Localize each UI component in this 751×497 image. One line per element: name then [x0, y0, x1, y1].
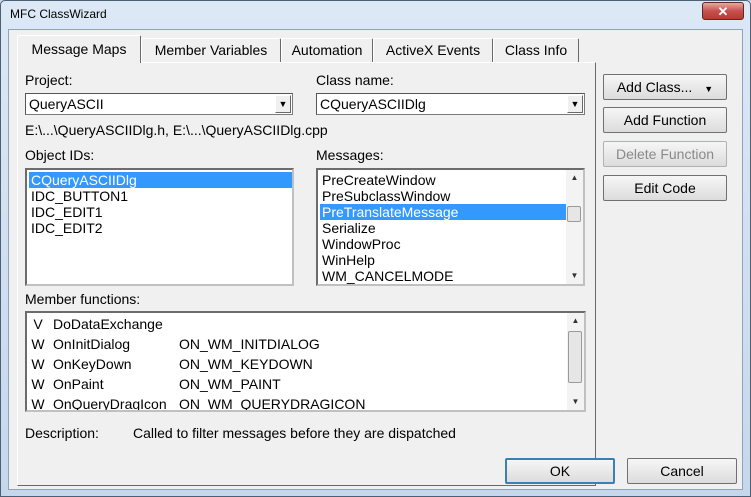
messages-list[interactable]: PreCreateWindow PreSubclassWindow PreTra…	[316, 168, 585, 286]
add-class-button[interactable]: Add Class... ▼	[603, 74, 727, 100]
dialog-client-area: Message Maps Member Variables Automation…	[8, 29, 743, 490]
member-function-message: ON_WM_INITDIALOG	[179, 336, 320, 352]
message-item[interactable]: Serialize	[320, 220, 378, 236]
project-combo[interactable]: QueryASCII ▼	[25, 93, 293, 115]
add-function-button[interactable]: Add Function	[603, 107, 727, 133]
delete-function-button[interactable]: Delete Function	[603, 141, 727, 167]
description-label: Description:	[25, 425, 99, 441]
scroll-up-icon[interactable]: ▲	[566, 170, 583, 186]
member-function-type: W	[31, 336, 45, 352]
window-title: MFC ClassWizard	[10, 7, 107, 21]
message-item[interactable]: PreSubclassWindow	[320, 188, 452, 204]
member-function-row[interactable]: W OnQueryDragIcon ON_WM_QUERYDRAGICON	[29, 394, 569, 412]
chevron-down-icon[interactable]: ▼	[275, 95, 291, 113]
messages-label: Messages:	[316, 147, 384, 163]
project-value: QueryASCII	[29, 96, 104, 112]
scroll-down-icon[interactable]: ▼	[567, 394, 584, 410]
message-item-selected[interactable]: PreTranslateMessage	[320, 204, 566, 220]
scroll-down-icon[interactable]: ▼	[566, 268, 583, 284]
scroll-up-icon[interactable]: ▲	[567, 313, 584, 329]
class-name-label: Class name:	[316, 72, 394, 88]
object-ids-label: Object IDs:	[25, 147, 95, 163]
member-functions-label: Member functions:	[25, 291, 141, 307]
member-function-name: OnKeyDown	[53, 356, 132, 372]
object-id-item[interactable]: IDC_BUTTON1	[29, 188, 130, 204]
scroll-thumb[interactable]	[568, 331, 582, 383]
close-button[interactable]: ✕	[702, 2, 744, 20]
title-bar[interactable]: MFC ClassWizard ✕	[1, 1, 750, 29]
member-function-row[interactable]: W OnInitDialog ON_WM_INITDIALOG	[29, 334, 569, 354]
edit-code-button[interactable]: Edit Code	[603, 175, 727, 201]
member-function-type: W	[31, 376, 45, 392]
member-functions-list[interactable]: V DoDataExchange W OnInitDialog ON_WM_IN…	[25, 311, 586, 412]
scroll-thumb[interactable]	[567, 206, 581, 222]
cancel-button[interactable]: Cancel	[627, 458, 737, 484]
member-function-message: ON_WM_PAINT	[179, 376, 281, 392]
project-label: Project:	[25, 72, 73, 88]
description-text: Called to filter messages before they ar…	[133, 425, 456, 441]
message-item[interactable]: WM_CANCELMODE	[320, 268, 455, 284]
messages-scrollbar[interactable]: ▲ ▼	[566, 170, 583, 284]
member-function-message: ON_WM_KEYDOWN	[179, 356, 313, 372]
message-item[interactable]: WinHelp	[320, 252, 377, 268]
tab-message-maps[interactable]: Message Maps	[17, 35, 141, 63]
object-ids-list[interactable]: CQueryASCIIDlg IDC_BUTTON1 IDC_EDIT1 IDC…	[25, 168, 294, 286]
member-function-name: DoDataExchange	[53, 316, 163, 332]
classwizard-window: MFC ClassWizard ✕ Message Maps Member Va…	[0, 0, 751, 497]
message-item[interactable]: PreCreateWindow	[320, 172, 438, 188]
member-function-type: W	[31, 396, 45, 412]
member-function-type: V	[33, 316, 43, 332]
tab-class-info[interactable]: Class Info	[493, 38, 579, 62]
object-id-item-selected[interactable]: CQueryASCIIDlg	[29, 172, 292, 188]
chevron-down-icon: ▼	[704, 84, 714, 94]
class-files-path: E:\...\QueryASCIIDlg.h, E:\...\QueryASCI…	[25, 122, 328, 138]
object-id-item[interactable]: IDC_EDIT2	[29, 220, 105, 236]
member-function-name: OnPaint	[53, 376, 104, 392]
member-function-row[interactable]: V DoDataExchange	[29, 314, 569, 334]
message-item[interactable]: WindowProc	[320, 236, 403, 252]
class-name-value: CQueryASCIIDlg	[320, 96, 426, 112]
class-name-combo[interactable]: CQueryASCIIDlg ▼	[316, 93, 585, 115]
object-id-item[interactable]: IDC_EDIT1	[29, 204, 105, 220]
member-function-message: ON_WM_QUERYDRAGICON	[179, 396, 366, 412]
member-function-name: OnQueryDragIcon	[53, 396, 167, 412]
add-class-label: Add Class...	[616, 79, 693, 95]
ok-button[interactable]: OK	[505, 458, 615, 484]
member-function-type: W	[31, 356, 45, 372]
tab-automation[interactable]: Automation	[281, 38, 373, 62]
tab-member-variables[interactable]: Member Variables	[141, 38, 281, 62]
member-function-row[interactable]: W OnPaint ON_WM_PAINT	[29, 374, 569, 394]
member-function-name: OnInitDialog	[53, 336, 131, 352]
chevron-down-icon[interactable]: ▼	[567, 95, 583, 113]
tab-activex-events[interactable]: ActiveX Events	[373, 38, 493, 62]
member-function-row[interactable]: W OnKeyDown ON_WM_KEYDOWN	[29, 354, 569, 374]
member-functions-scrollbar[interactable]: ▲ ▼	[567, 313, 584, 410]
